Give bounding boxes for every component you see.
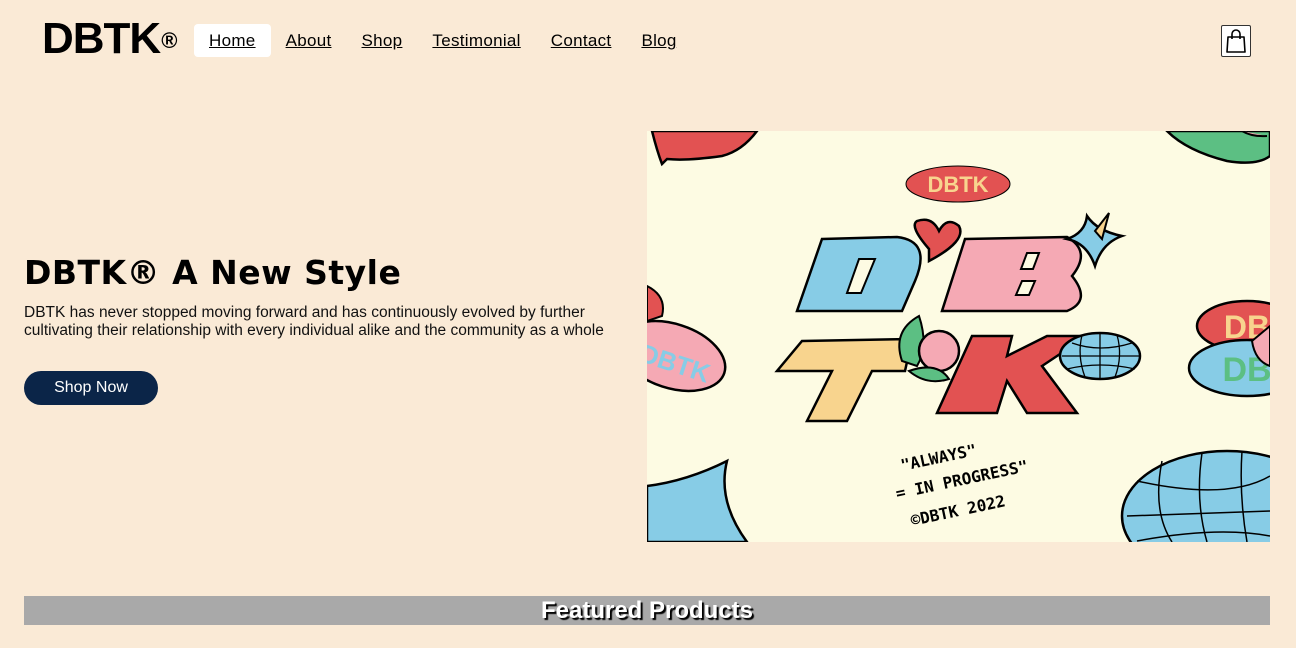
- logo-text: DBTK: [42, 14, 161, 63]
- nav-home-link[interactable]: Home: [194, 24, 271, 57]
- hero-description: DBTK has never stopped moving forward an…: [24, 304, 604, 339]
- featured-products-bar: Featured Products: [24, 596, 1270, 625]
- cart-button[interactable]: [1221, 25, 1251, 57]
- hero-title: DBTK® A New Style: [24, 253, 402, 292]
- nav-blog-link[interactable]: Blog: [626, 24, 691, 57]
- hero-image: DBTK DBTK DB DB "ALWAYS" = IN PROGRESS" …: [647, 131, 1270, 542]
- page: DBTK® Home About Shop Testimonial Contac…: [0, 0, 1296, 648]
- badge-text: DBTK: [927, 172, 988, 197]
- nav-about-link[interactable]: About: [271, 24, 347, 57]
- nav-testimonial-link[interactable]: Testimonial: [417, 24, 535, 57]
- shop-now-button[interactable]: Shop Now: [24, 371, 158, 405]
- nav-contact-link[interactable]: Contact: [536, 24, 627, 57]
- shopping-bag-icon: [1226, 29, 1246, 53]
- hero-illustration: DBTK DBTK DB DB "ALWAYS" = IN PROGRESS" …: [647, 131, 1270, 542]
- brand-logo[interactable]: DBTK®: [42, 14, 177, 64]
- nav-shop-link[interactable]: Shop: [347, 24, 418, 57]
- main-nav: Home About Shop Testimonial Contact Blog: [194, 24, 692, 57]
- featured-products-heading: Featured Products: [540, 596, 754, 624]
- logo-registered-mark: ®: [161, 28, 177, 53]
